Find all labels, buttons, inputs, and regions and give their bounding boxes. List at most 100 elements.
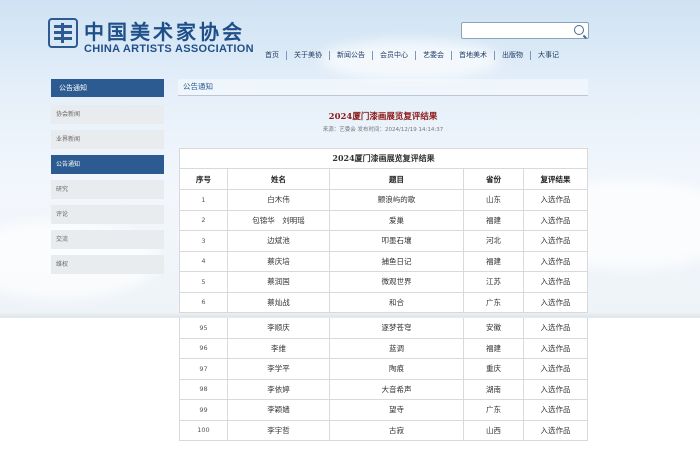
cell-title: 古寂 xyxy=(329,419,464,441)
cell-title: 和合 xyxy=(329,291,464,313)
cell-number: 4 xyxy=(179,250,228,272)
sidebar-item-reviews[interactable]: 评论 xyxy=(51,205,164,224)
cell-title: 逐梦苍穹 xyxy=(329,318,464,339)
nav-about[interactable]: 关于美协 xyxy=(287,50,329,60)
cell-province: 福建 xyxy=(463,250,524,272)
cell-result: 入选作品 xyxy=(523,399,588,421)
cell-number: 98 xyxy=(179,378,228,400)
cell-name: 李顺庆 xyxy=(227,318,330,339)
sidebar-item-exchange[interactable]: 交流 xyxy=(51,230,164,249)
nav-publications[interactable]: 出版物 xyxy=(495,50,530,60)
table-row: 1 白木伟 颤浪屿的歌 山东 入选作品 xyxy=(179,189,589,211)
cell-name: 包锦华 刘明瑶 xyxy=(227,209,330,231)
cell-number: 1 xyxy=(179,189,228,211)
table-header-row: 序号 姓名 题目 省份 复评结果 xyxy=(179,168,589,190)
cell-number: 2 xyxy=(179,209,228,231)
cell-province: 广东 xyxy=(463,291,524,313)
cell-number: 6 xyxy=(179,291,228,313)
cell-result: 入选作品 xyxy=(523,419,588,441)
cell-name: 白木伟 xyxy=(227,189,330,211)
cell-number: 100 xyxy=(179,419,228,441)
search-input[interactable] xyxy=(461,22,589,39)
sidebar-item-announcements[interactable]: 公告通知 xyxy=(51,155,164,174)
cell-name: 李颖嫱 xyxy=(227,399,330,421)
cell-result: 入选作品 xyxy=(522,291,589,313)
cell-title: 陶痕 xyxy=(329,358,464,380)
sidebar-item-rights[interactable]: 维权 xyxy=(51,255,164,274)
cell-title: 大音希声 xyxy=(329,378,464,400)
cell-result: 入选作品 xyxy=(523,318,588,339)
cell-province: 广东 xyxy=(463,399,524,421)
cell-title: 微观世界 xyxy=(329,271,464,293)
nav-home[interactable]: 首页 xyxy=(258,50,286,60)
cell-result: 入选作品 xyxy=(522,189,589,211)
cell-name: 边斌池 xyxy=(227,230,330,252)
table-row: 3 边斌池 叩墨石壤 河北 入选作品 xyxy=(179,230,589,252)
table-row: 100 李宇哲 古寂 山西 入选作品 xyxy=(179,419,588,441)
sidebar-item-research[interactable]: 研究 xyxy=(51,180,164,199)
nav-events[interactable]: 大事记 xyxy=(531,50,566,60)
table-row: 98 李依婷 大音希声 湖南 入选作品 xyxy=(179,378,588,400)
cell-province: 福建 xyxy=(463,209,524,231)
cell-province: 福建 xyxy=(463,337,524,359)
cell-province: 山西 xyxy=(463,419,524,441)
nav-members[interactable]: 会员中心 xyxy=(373,50,415,60)
site-logo[interactable]: 中国美术家协会 CHINA ARTISTS ASSOCIATION xyxy=(48,18,254,62)
cell-title: 颤浪屿的歌 xyxy=(329,189,464,211)
cell-province: 江苏 xyxy=(463,271,524,293)
column-header-name: 姓名 xyxy=(227,168,330,190)
cell-name: 蔡灿战 xyxy=(227,291,330,313)
article-title: 2024厦门漆画展览复评结果 xyxy=(328,112,438,122)
cell-name: 李学平 xyxy=(227,358,330,380)
cell-title: 捕鱼日记 xyxy=(329,250,464,272)
column-header-result: 复评结果 xyxy=(522,168,589,190)
table-row: 4 蔡庆培 捕鱼日记 福建 入选作品 xyxy=(179,250,589,272)
table-caption: 2024厦门漆画展览复评结果 xyxy=(178,148,589,169)
sidebar-title: 公告通知 xyxy=(51,79,164,97)
page-screenshot-bottom: 95 李顺庆 逐梦苍穹 安徽 入选作品 96 李维 蓝调 福建 入选作品 97 … xyxy=(0,318,700,473)
table-row: 97 李学平 陶痕 重庆 入选作品 xyxy=(179,358,588,380)
table-row: 2 包锦华 刘明瑶 爱巢 福建 入选作品 xyxy=(179,209,589,231)
cell-result: 入选作品 xyxy=(522,230,589,252)
table-row: 5 蔡润国 微观世界 江苏 入选作品 xyxy=(179,271,589,293)
column-header-title: 题目 xyxy=(329,168,464,190)
nav-news[interactable]: 新闻公告 xyxy=(330,50,372,60)
association-seal-icon xyxy=(48,18,78,48)
sidebar: 公告通知 协会新闻 业界新闻 公告通知 研究 评论 交流 维权 xyxy=(51,79,164,280)
cell-result: 入选作品 xyxy=(523,337,588,359)
cell-number: 95 xyxy=(179,318,228,339)
cell-province: 山东 xyxy=(463,189,524,211)
cell-number: 5 xyxy=(179,271,228,293)
cell-province: 安徽 xyxy=(463,318,524,339)
cell-result: 入选作品 xyxy=(522,209,589,231)
content-section-title: 公告通知 xyxy=(178,79,588,96)
cell-name: 李依婷 xyxy=(227,378,330,400)
article-meta: 来源：艺委会 发布时间：2024/12/19 14:14:37 xyxy=(322,127,444,133)
cell-title: 叩墨石壤 xyxy=(329,230,464,252)
cell-result: 入选作品 xyxy=(523,358,588,380)
cell-title: 蓝调 xyxy=(329,337,464,359)
table-row: 99 李颖嫱 望寺 广东 入选作品 xyxy=(179,399,588,421)
sidebar-item-association-news[interactable]: 协会新闻 xyxy=(51,105,164,124)
search-icon[interactable] xyxy=(574,25,584,35)
nav-art-committee[interactable]: 艺委会 xyxy=(416,50,451,60)
cell-name: 蔡润国 xyxy=(227,271,330,293)
cell-title: 爱巢 xyxy=(329,209,464,231)
page-screenshot-top: 中国美术家协会 CHINA ARTISTS ASSOCIATION 首页 关于美… xyxy=(0,0,700,318)
cell-number: 96 xyxy=(179,337,228,359)
cell-name: 蔡庆培 xyxy=(227,250,330,272)
cell-number: 3 xyxy=(179,230,228,252)
cell-number: 99 xyxy=(179,399,228,421)
sidebar-item-industry-news[interactable]: 业界新闻 xyxy=(51,130,164,149)
cell-province: 河北 xyxy=(463,230,524,252)
table-row: 96 李维 蓝调 福建 入选作品 xyxy=(179,337,588,359)
cell-province: 重庆 xyxy=(463,358,524,380)
column-header-province: 省份 xyxy=(463,168,524,190)
table-row: 95 李顺庆 逐梦苍穹 安徽 入选作品 xyxy=(179,318,588,339)
cell-name: 李维 xyxy=(227,337,330,359)
cell-province: 湖南 xyxy=(463,378,524,400)
nav-art[interactable]: 首地美术 xyxy=(452,50,494,60)
cell-number: 97 xyxy=(179,358,228,380)
logo-english-text: CHINA ARTISTS ASSOCIATION xyxy=(84,43,254,55)
results-table-top: 2024厦门漆画展览复评结果 序号 姓名 题目 省份 复评结果 1 白木伟 颤浪… xyxy=(178,148,589,313)
